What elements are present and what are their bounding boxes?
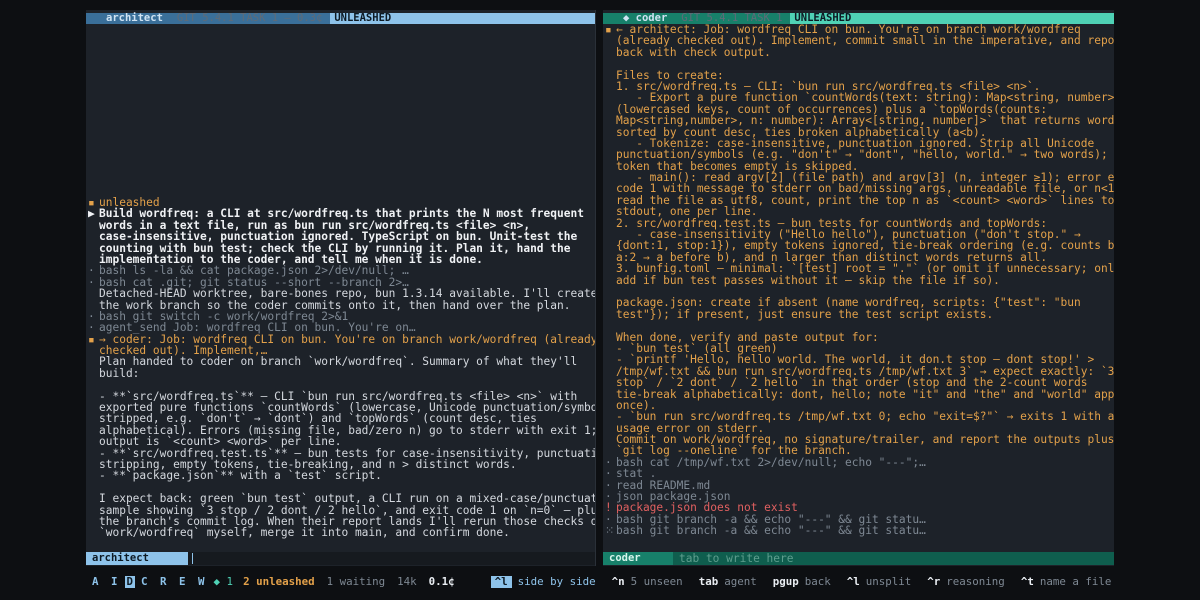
cost-readout: 0.1¢	[428, 575, 455, 589]
brand-highlight: D	[124, 575, 136, 589]
line-text: `work/wordfreq` myself, merge it into ma…	[99, 526, 510, 539]
hint-label: side by side	[517, 575, 596, 589]
hint-label: reasoning	[946, 575, 1005, 589]
hint-label: unsplit	[865, 575, 912, 589]
transcript-line: Plan handed to coder on branch `work/wor…	[88, 356, 595, 367]
transcript-line: ⁙ bash git branch -a && echo "---" && git…	[605, 524, 1114, 537]
transcript-line: back with check output.	[605, 47, 1114, 58]
brand-prefix: A I	[92, 575, 121, 589]
transcript-line: tie-break alphabetically: dont, hello; n…	[605, 387, 1114, 401]
input-placeholder[interactable]: tab to write here	[679, 552, 794, 564]
pane-title: ◆ coder	[603, 13, 673, 24]
waiting-count: 1 waiting	[326, 575, 386, 589]
line-marker: ▶	[88, 207, 95, 221]
hint-label: 5 unseen	[630, 575, 683, 589]
line-text: add if bun test passes without it — skip…	[616, 273, 1000, 287]
hint-key[interactable]: ^l	[847, 576, 860, 588]
transcript-line: build:	[88, 368, 595, 379]
transcript-line: add if bun test passes without it — skip…	[605, 273, 1114, 287]
title-bar-fill	[855, 13, 1114, 24]
line-text: - **`package.json`** with a `test` scrip…	[99, 469, 382, 483]
pane-info: GIT 5.4.1 TASK 1	[681, 12, 783, 24]
hint-key[interactable]: ^l	[490, 576, 512, 588]
transcript-line: · bash cat /tmp/wf.txt 2>/dev/null; echo …	[605, 455, 1114, 469]
text-cursor	[192, 553, 193, 564]
line-text: test"}); if present, just ensure the tes…	[616, 307, 994, 321]
line-marker: ▪	[88, 332, 95, 346]
hint-label: name a file	[1039, 575, 1112, 589]
agent-count: ◆ 1	[213, 575, 234, 589]
line-marker: ·	[88, 275, 95, 289]
hint-key[interactable]: pgup	[773, 576, 799, 588]
hint-key[interactable]: tab	[699, 576, 719, 588]
hint-label: agent	[724, 575, 757, 589]
coder-title-bar: ◆ coder GIT 5.4.1 TASK 1 UNLEASHED	[603, 13, 1114, 24]
hint-label: back	[804, 575, 831, 589]
line-text: tie-break alphabetically: dont, hello; n…	[616, 387, 1114, 401]
pane-title-text: coder	[635, 12, 668, 24]
line-text: bash git branch -a && echo "---" && git …	[616, 524, 926, 537]
architect-pane[interactable]: architect GIT 5.4.1 TASK 1 — 0.3¢ UNLEAS…	[86, 10, 596, 566]
transcript-line: - **`package.json`** with a `test` scrip…	[88, 470, 595, 481]
coder-transcript[interactable]: ▪ ← architect: Job: wordfreq CLI on bun. …	[603, 24, 1114, 537]
line-marker: ⁙	[605, 524, 615, 537]
line-marker: ·	[88, 321, 95, 335]
keyboard-hints: ^l side by side ^n 5 unseen tab agent pgup back…	[490, 575, 1128, 589]
input-label: architect	[86, 552, 188, 565]
unleashed-badge: UNLEASHED	[790, 13, 856, 24]
coder-input-bar[interactable]: coder tab to write here	[603, 552, 1114, 565]
line-text: Plan handed to coder on branch `work/wor…	[99, 355, 578, 369]
input-label: coder	[603, 552, 673, 565]
architect-input-bar[interactable]: architect	[86, 552, 595, 565]
hint-key[interactable]: ^n	[612, 576, 625, 588]
architect-transcript[interactable]: ▪ unleashed ▶ Build wordfreq: a CLI at src/…	[86, 197, 595, 539]
brand-suffix: C R E W	[141, 575, 208, 589]
token-count: 14k	[397, 575, 417, 589]
line-marker: ▪	[605, 24, 612, 36]
line-text: build:	[99, 366, 140, 380]
unleashed-count: 2 unleashed	[243, 575, 315, 589]
hint-key[interactable]: ^t	[1021, 576, 1034, 588]
pane-title: architect	[106, 12, 163, 24]
diamond-icon: ◆	[623, 12, 636, 24]
title-bar-fill	[395, 13, 595, 24]
coder-pane[interactable]: ◆ coder GIT 5.4.1 TASK 1 UNLEASHED ▪ ← ar…	[603, 10, 1114, 566]
architect-title-bar: architect GIT 5.4.1 TASK 1 — 0.3¢ UNLEAS…	[86, 13, 595, 24]
line-text: bash cat /tmp/wf.txt 2>/dev/null; echo "…	[616, 455, 926, 469]
line-text: back with check output.	[616, 45, 771, 59]
transcript-line: `work/wordfreq` myself, merge it into ma…	[88, 527, 595, 538]
unleashed-badge: UNLEASHED	[330, 13, 396, 24]
transcript-line: test"}); if present, just ensure the tes…	[605, 309, 1114, 320]
pane-info: GIT 5.4.1 TASK 1 — 0.3¢	[176, 12, 323, 24]
hint-key[interactable]: ^r	[927, 576, 940, 588]
line-marker: ·	[605, 467, 612, 481]
status-bar: A I D C R E W ◆ 1 2 unleashed 1 waiting …	[0, 575, 1200, 589]
